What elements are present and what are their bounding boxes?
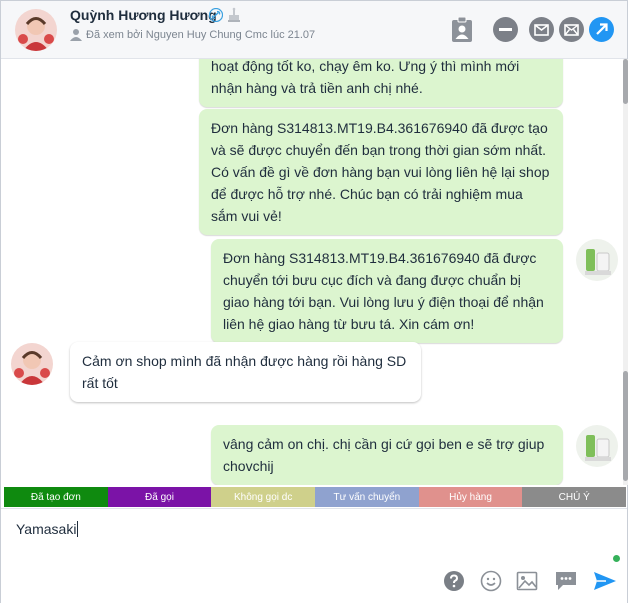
tag-label: Tư vấn chuyển <box>333 491 401 503</box>
chat-window: Quỳnh Hương Hương Đã xem bởi Nguyen Huy … <box>0 0 628 603</box>
mail-icon[interactable] <box>529 17 554 42</box>
message-bubble-outgoing: Đơn hàng S314813.MT19.B4.361676940 đã đư… <box>211 239 563 343</box>
seen-status: Đã xem bởi Nguyen Huy Chung Cmc lúc 21.0… <box>86 29 316 41</box>
message-composer[interactable]: Yamasaki <box>1 508 627 603</box>
message-bubble-outgoing: vâng cảm on chị. chị cần gi cứ gọi ben e… <box>211 425 563 485</box>
tag-attention[interactable]: CHÚ Ý <box>522 487 627 507</box>
shop-avatar <box>576 425 618 467</box>
scrollbar-thumb[interactable] <box>623 59 628 104</box>
tag-label: Đã gọi <box>145 491 174 503</box>
message-text: Cảm ơn shop mình đã nhận được hàng rồi h… <box>82 353 407 391</box>
tag-consult-transfer[interactable]: Tư vấn chuyển <box>315 487 419 507</box>
scrollbar-thumb[interactable] <box>623 371 628 481</box>
emoji-icon[interactable] <box>480 570 502 597</box>
tag-called[interactable]: Đã gọi <box>107 487 212 507</box>
tag-not-reachable[interactable]: Không gọi dc <box>211 487 316 507</box>
tag-bar: Đã tạo đơn Đã gọi Không gọi dc Tư vấn ch… <box>4 487 627 507</box>
message-input[interactable]: Yamasaki <box>16 521 79 537</box>
message-text: hoạt động tốt ko, chạy êm ko. Ưng ý thì … <box>211 59 520 96</box>
text-caret <box>77 521 79 537</box>
quick-reply-icon[interactable] <box>554 570 578 597</box>
user-icon <box>70 28 82 46</box>
online-status-dot <box>613 555 620 562</box>
message-text: Đơn hàng S314813.MT19.B4.361676940 đã đư… <box>223 250 544 332</box>
send-icon[interactable] <box>593 570 617 597</box>
message-text: vâng cảm on chị. chị cần gi cứ gọi ben e… <box>223 436 545 474</box>
contact-avatar <box>11 343 53 385</box>
message-bubble-outgoing: Đơn hàng S314813.MT19.B4.361676940 đã đư… <box>199 109 563 235</box>
help-icon[interactable] <box>443 570 465 597</box>
shop-avatar <box>576 239 618 281</box>
birthday-cake-icon <box>227 7 241 27</box>
message-bubble-outgoing: hoạt động tốt ko, chạy êm ko. Ưng ý thì … <box>199 59 563 107</box>
contact-name[interactable]: Quỳnh Hương Hương <box>70 7 217 23</box>
minimize-button[interactable] <box>493 17 518 42</box>
tag-label: Hủy hàng <box>449 491 492 503</box>
link-icon <box>208 7 224 27</box>
tag-label: Không gọi dc <box>233 491 293 503</box>
contact-avatar[interactable] <box>15 9 57 51</box>
message-bubble-incoming: Cảm ơn shop mình đã nhận được hàng rồi h… <box>70 342 421 402</box>
chat-header: Quỳnh Hương Hương Đã xem bởi Nguyen Huy … <box>1 1 627 59</box>
mail-closed-icon[interactable] <box>559 17 584 42</box>
message-input-text: Yamasaki <box>16 521 77 537</box>
image-icon[interactable] <box>516 570 538 597</box>
tag-label: Đã tạo đơn <box>30 491 81 503</box>
tag-label: CHÚ Ý <box>558 491 590 503</box>
contact-card-icon[interactable] <box>451 16 473 48</box>
message-list[interactable]: hoạt động tốt ko, chạy êm ko. Ưng ý thì … <box>1 59 623 485</box>
message-text: Đơn hàng S314813.MT19.B4.361676940 đã đư… <box>211 120 550 224</box>
tag-created-order[interactable]: Đã tạo đơn <box>4 487 108 507</box>
tag-cancel-order[interactable]: Hủy hàng <box>418 487 523 507</box>
open-external-button[interactable] <box>589 17 614 42</box>
